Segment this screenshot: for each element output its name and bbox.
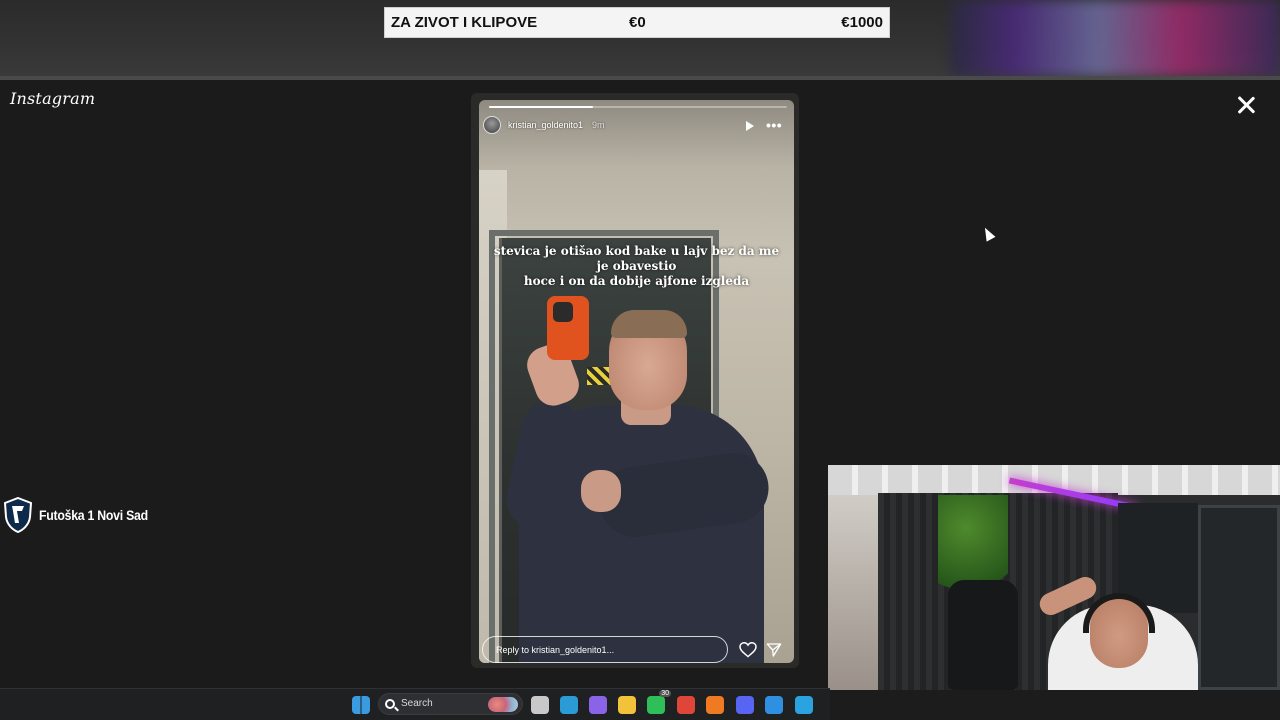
taskbar-search[interactable]: Search [378, 693, 523, 715]
cam-cabinet [1198, 505, 1280, 690]
caption-line: je obavestio [596, 259, 677, 273]
task-view-icon[interactable] [531, 696, 549, 714]
discord-icon[interactable] [736, 696, 754, 714]
heart-icon[interactable] [739, 642, 757, 658]
story-person-fist [581, 470, 621, 512]
notification-badge: 30 [659, 690, 671, 697]
story-username[interactable]: kristian_goldenito1 [508, 120, 583, 130]
chrome-icon[interactable] [677, 696, 695, 714]
caption-line: stevica je otišao kod bake u lajv bez da… [493, 244, 780, 258]
donation-title: ZA ZIVOT I KLIPOVE [391, 14, 538, 31]
play-icon[interactable] [746, 121, 754, 131]
avatar[interactable] [483, 116, 501, 134]
blurred-overlay [950, 0, 1280, 76]
webcam-feed [828, 465, 1280, 690]
donation-current: €0 [629, 14, 646, 31]
send-icon[interactable] [766, 642, 782, 658]
reply-input[interactable]: Reply to kristian_goldenito1... [482, 636, 728, 663]
caption-line: hoce i on da dobije ajfone izgleda [523, 274, 750, 288]
story-progress-fill [489, 106, 594, 108]
story-person-hair [611, 310, 687, 338]
edge-icon[interactable] [560, 696, 578, 714]
close-icon[interactable] [1236, 95, 1256, 115]
story-time: 9m [592, 120, 605, 130]
club-shield-icon [3, 497, 33, 533]
instagram-logo[interactable]: Instagram [10, 89, 95, 108]
story-media[interactable]: kristian_goldenito1 9m ••• stevica je ot… [479, 100, 794, 663]
story-phone [547, 296, 589, 360]
donation-goal: €1000 [841, 14, 883, 31]
cam-left-room [828, 465, 878, 690]
telegram-icon[interactable] [795, 696, 813, 714]
firefox-icon[interactable] [706, 696, 724, 714]
story-caption: stevica je otišao kod bake u lajv bez da… [489, 244, 784, 289]
donation-goal-bar: ZA ZIVOT I KLIPOVE €0 €1000 [384, 7, 890, 38]
more-icon[interactable]: ••• [766, 117, 782, 133]
copilot-icon[interactable] [589, 696, 607, 714]
whatsapp-icon[interactable]: 30 [647, 690, 671, 714]
search-icon [385, 699, 395, 709]
search-highlight-art [488, 697, 518, 712]
club-name: Futoška 1 Novi Sad [39, 507, 148, 523]
cam-chair [948, 580, 1018, 690]
windows-start-icon[interactable] [352, 696, 370, 714]
file-explorer-icon[interactable] [618, 696, 636, 714]
story-progress-bar [489, 106, 787, 108]
search-label: Search [401, 698, 433, 709]
screen: ZA ZIVOT I KLIPOVE €0 €1000 Instagram kr… [0, 0, 1280, 720]
app-icon[interactable] [765, 696, 783, 714]
